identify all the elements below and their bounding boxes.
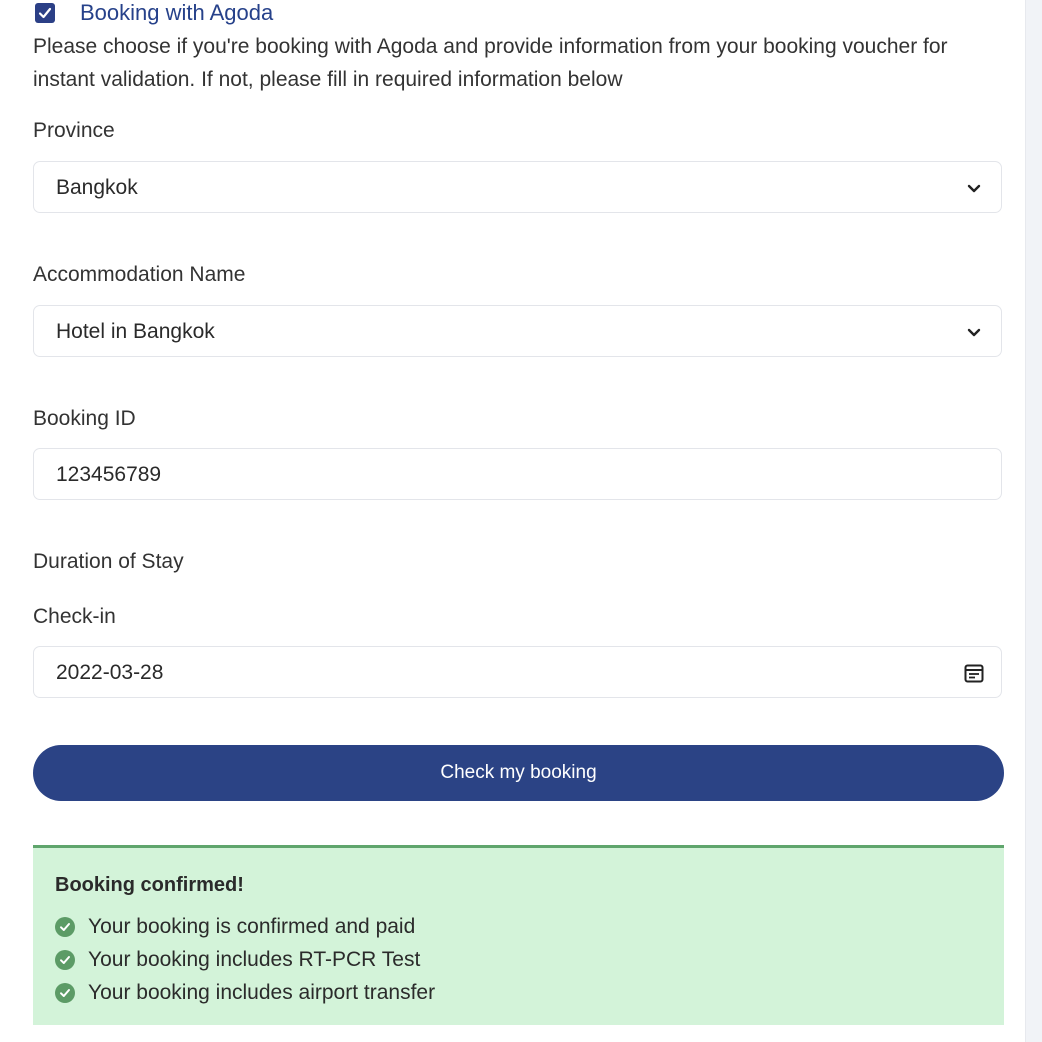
checkin-value: 2022-03-28 [56, 661, 164, 684]
accommodation-label: Accommodation Name [33, 263, 246, 286]
list-item-text: Your booking includes RT-PCR Test [88, 948, 421, 971]
check-circle-icon [55, 950, 75, 970]
duration-label: Duration of Stay [33, 550, 184, 573]
list-item-text: Your booking includes airport transfer [88, 981, 436, 1004]
agoda-checkbox[interactable] [35, 3, 55, 23]
accommodation-value: Hotel in Bangkok [56, 320, 215, 343]
list-item: Your booking is confirmed and paid [55, 912, 415, 942]
page-edge-panel [1025, 0, 1042, 1042]
checkin-label: Check-in [33, 605, 116, 628]
instructions-text: Please choose if you're booking with Ago… [33, 35, 948, 91]
calendar-icon[interactable] [963, 662, 985, 684]
check-booking-button[interactable]: Check my booking [33, 745, 1004, 801]
booking-id-label: Booking ID [33, 407, 136, 430]
booking-id-value: 123456789 [56, 463, 162, 486]
list-item-text: Your booking is confirmed and paid [88, 915, 416, 938]
chevron-down-icon [967, 328, 981, 337]
province-value: Bangkok [56, 176, 138, 199]
agoda-checkbox-label[interactable]: Booking with Agoda [80, 0, 273, 26]
province-select[interactable]: Bangkok [33, 161, 1002, 213]
agoda-toggle-row[interactable]: Booking with Agoda [33, 0, 273, 26]
alert-title: Booking confirmed! [55, 874, 244, 896]
accommodation-select[interactable]: Hotel in Bangkok [33, 305, 1002, 357]
check-circle-icon [55, 917, 75, 937]
list-item: Your booking includes RT-PCR Test [55, 945, 420, 975]
checkin-date-input[interactable]: 2022-03-28 [33, 646, 1002, 698]
list-item: Your booking includes airport transfer [55, 978, 435, 1008]
province-label: Province [33, 119, 115, 142]
chevron-down-icon [967, 184, 981, 193]
booking-id-input[interactable]: 123456789 [33, 448, 1002, 500]
check-booking-button-label: Check my booking [440, 762, 597, 783]
booking-confirmed-alert: Booking confirmed! Your booking is confi… [33, 845, 1004, 1025]
checkmark-icon [38, 7, 52, 19]
check-circle-icon [55, 983, 75, 1003]
